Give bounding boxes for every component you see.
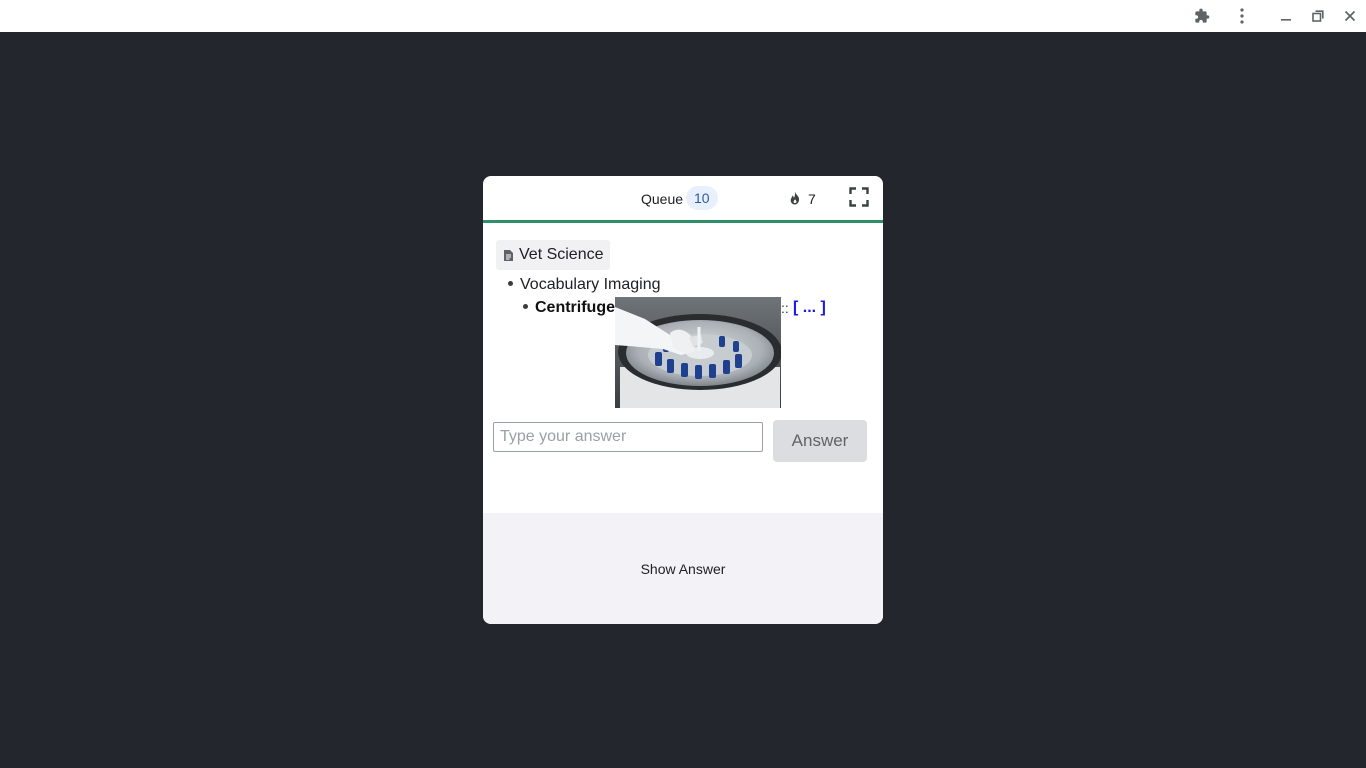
term-label: Centrifuge xyxy=(535,299,615,316)
cloze-placeholder: [ ... ] xyxy=(793,299,826,316)
centrifuge-image xyxy=(615,297,781,408)
extensions-icon[interactable] xyxy=(1192,6,1212,26)
separator: :: xyxy=(781,300,789,316)
queue-label: Queue xyxy=(641,191,684,207)
streak-count: 7 xyxy=(808,191,816,207)
parent-topic: Vocabulary Imaging xyxy=(520,276,661,293)
fullscreen-icon[interactable] xyxy=(849,187,869,207)
close-icon[interactable] xyxy=(1340,6,1360,26)
window-top-bar xyxy=(0,0,1366,32)
document-icon xyxy=(504,249,513,261)
answer-input[interactable] xyxy=(493,422,763,452)
deck-name: Vet Science xyxy=(519,246,604,263)
card-header: Queue 10 7 xyxy=(483,176,883,223)
deck-chip[interactable]: Vet Science xyxy=(496,240,610,270)
card-footer: Show Answer xyxy=(483,513,883,624)
restore-icon[interactable] xyxy=(1308,6,1328,26)
more-vert-icon[interactable] xyxy=(1232,6,1252,26)
flame-icon xyxy=(790,191,800,205)
term-bullet xyxy=(523,304,528,309)
answer-button[interactable]: Answer xyxy=(773,420,867,462)
minimize-icon[interactable] xyxy=(1276,6,1296,26)
show-answer-button[interactable]: Show Answer xyxy=(483,513,883,624)
parent-bullet xyxy=(508,281,513,286)
queue-count-badge: 10 xyxy=(686,186,718,210)
flashcard: Queue 10 7 Vet Science Vocabulary Imagin… xyxy=(483,176,883,624)
